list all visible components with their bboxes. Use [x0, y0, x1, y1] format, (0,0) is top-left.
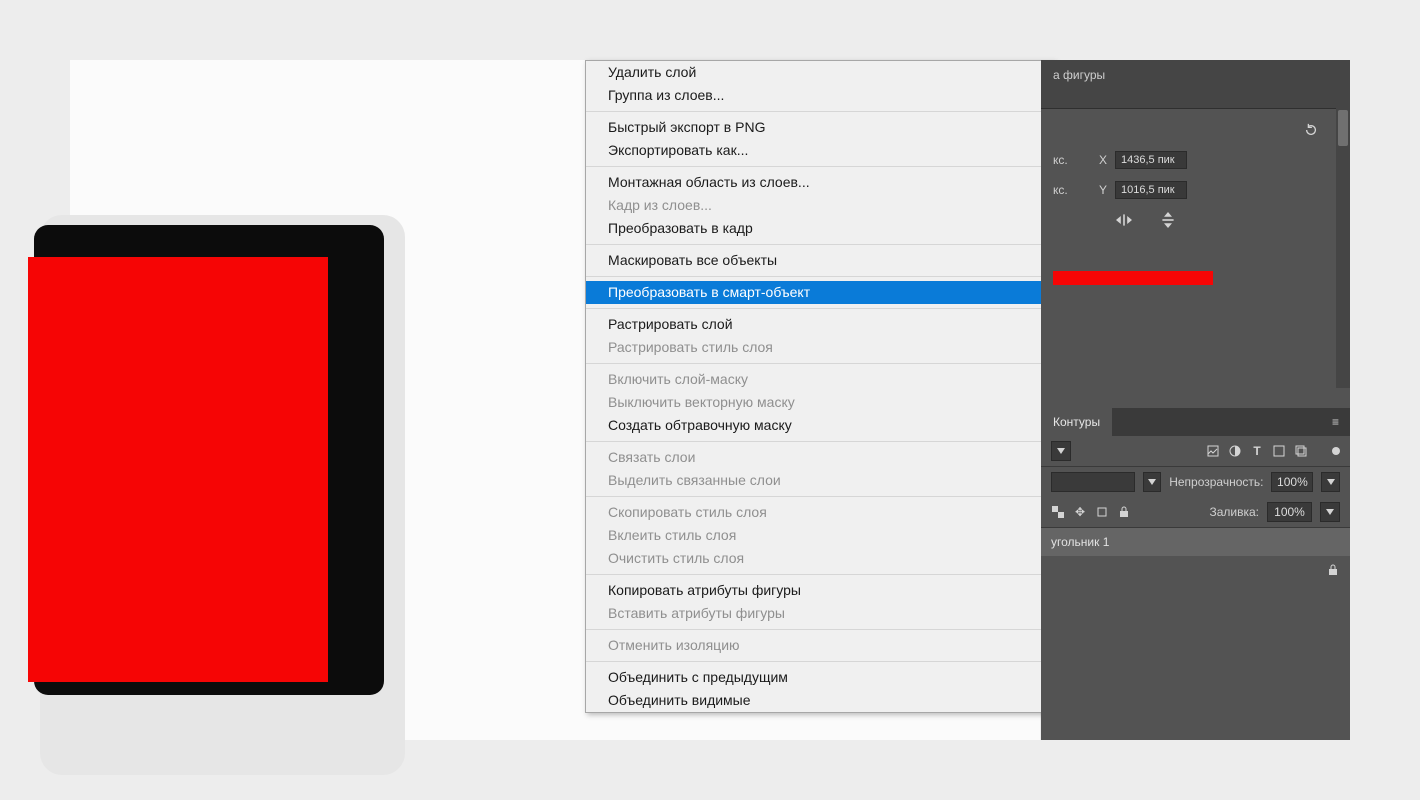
ctx-item: Выключить векторную маску	[586, 391, 1054, 414]
panel-scrollbar[interactable]	[1336, 108, 1350, 388]
blend-mode-dropdown[interactable]	[1051, 472, 1135, 492]
flip-horizontal-icon[interactable]	[1113, 211, 1135, 229]
ctx-item[interactable]: Объединить с предыдущим	[586, 666, 1054, 689]
blend-mode-chevron[interactable]	[1143, 472, 1162, 492]
layer-name: угольник 1	[1051, 535, 1340, 549]
filter-type-dropdown[interactable]	[1051, 441, 1071, 461]
opacity-value[interactable]: 100%	[1271, 472, 1313, 492]
layer-row-background[interactable]	[1041, 556, 1350, 584]
divider	[586, 661, 1054, 662]
lock-icon[interactable]	[1326, 563, 1340, 577]
lock-artboard-icon[interactable]	[1095, 505, 1109, 519]
unit-fragment: кс.	[1053, 153, 1075, 167]
scrollbar-thumb[interactable]	[1338, 110, 1348, 146]
ctx-item[interactable]: Преобразовать в смарт-объект	[586, 281, 1054, 304]
divider	[1041, 108, 1350, 109]
ctx-item: Скопировать стиль слоя	[586, 501, 1054, 524]
divider	[586, 111, 1054, 112]
x-field[interactable]: 1436,5 пик	[1115, 151, 1187, 169]
ctx-item: Включить слой-маску	[586, 368, 1054, 391]
lock-move-icon[interactable]: ✥	[1073, 505, 1087, 519]
filter-pixel-icon[interactable]	[1206, 444, 1220, 458]
panel-tabs: Контуры ≡	[1041, 408, 1350, 436]
divider	[586, 496, 1054, 497]
fill-chevron[interactable]	[1320, 502, 1340, 522]
ctx-item: Очистить стиль слоя	[586, 547, 1054, 570]
filter-shape-icon[interactable]	[1272, 444, 1286, 458]
reset-icon[interactable]	[1300, 121, 1322, 139]
layer-context-menu: Удалить слойГруппа из слоев... Быстрый эк…	[585, 60, 1055, 713]
ctx-item[interactable]: Растрировать слой	[586, 313, 1054, 336]
lock-trans-icon[interactable]	[1051, 505, 1065, 519]
x-label: X	[1083, 153, 1107, 167]
ctx-item[interactable]: Копировать атрибуты фигуры	[586, 579, 1054, 602]
divider	[586, 276, 1054, 277]
properties-panel-header: а фигуры	[1041, 60, 1350, 108]
ctx-item: Растрировать стиль слоя	[586, 336, 1054, 359]
tab-contours[interactable]: Контуры	[1041, 408, 1112, 436]
filter-smart-icon[interactable]	[1294, 444, 1308, 458]
y-label: Y	[1083, 183, 1107, 197]
divider	[586, 629, 1054, 630]
mockup-monitor	[40, 215, 405, 775]
ctx-item: Кадр из слоев...	[586, 194, 1054, 217]
ctx-item[interactable]: Монтажная область из слоев...	[586, 171, 1054, 194]
divider	[586, 363, 1054, 364]
ctx-item[interactable]: Преобразовать в кадр	[586, 217, 1054, 240]
filter-toggle[interactable]	[1332, 447, 1340, 455]
ctx-item: Отменить изоляцию	[586, 634, 1054, 657]
opacity-label: Непрозрачность:	[1169, 475, 1263, 489]
ctx-item: Связать слои	[586, 446, 1054, 469]
shape-rectangle[interactable]	[28, 257, 328, 682]
mockup-monitor-frame	[34, 225, 384, 695]
divider	[586, 308, 1054, 309]
opacity-chevron[interactable]	[1321, 472, 1340, 492]
lock-all-icon[interactable]	[1117, 505, 1131, 519]
panel-menu-icon[interactable]: ≡	[1332, 415, 1350, 429]
ctx-item: Вклеить стиль слоя	[586, 524, 1054, 547]
ctx-item[interactable]: Удалить слой	[586, 61, 1054, 84]
fill-color-swatch[interactable]	[1053, 271, 1213, 285]
properties-panel-title-fragment: а фигуры	[1053, 68, 1105, 82]
filter-text-icon[interactable]: T	[1250, 444, 1264, 458]
ctx-item[interactable]: Группа из слоев...	[586, 84, 1054, 107]
y-field[interactable]: 1016,5 пик	[1115, 181, 1187, 199]
layer-row-rectangle[interactable]: угольник 1	[1041, 528, 1350, 556]
ctx-item[interactable]: Маскировать все объекты	[586, 249, 1054, 272]
unit-fragment: кс.	[1053, 183, 1075, 197]
divider	[586, 441, 1054, 442]
layers-panel: T Непрозрачность: 100% ✥ Заливка: 100% у…	[1041, 436, 1350, 740]
ctx-item[interactable]: Объединить видимые	[586, 689, 1054, 712]
flip-vertical-icon[interactable]	[1157, 211, 1179, 229]
ctx-item[interactable]: Создать обтравочную маску	[586, 414, 1054, 437]
ctx-item: Вставить атрибуты фигуры	[586, 602, 1054, 625]
divider	[586, 244, 1054, 245]
ctx-item[interactable]: Быстрый экспорт в PNG	[586, 116, 1054, 139]
fill-label: Заливка:	[1209, 505, 1259, 519]
ctx-item[interactable]: Экспортировать как...	[586, 139, 1054, 162]
divider	[586, 574, 1054, 575]
filter-adjust-icon[interactable]	[1228, 444, 1242, 458]
ctx-item: Выделить связанные слои	[586, 469, 1054, 492]
divider	[586, 166, 1054, 167]
fill-value[interactable]: 100%	[1267, 502, 1312, 522]
